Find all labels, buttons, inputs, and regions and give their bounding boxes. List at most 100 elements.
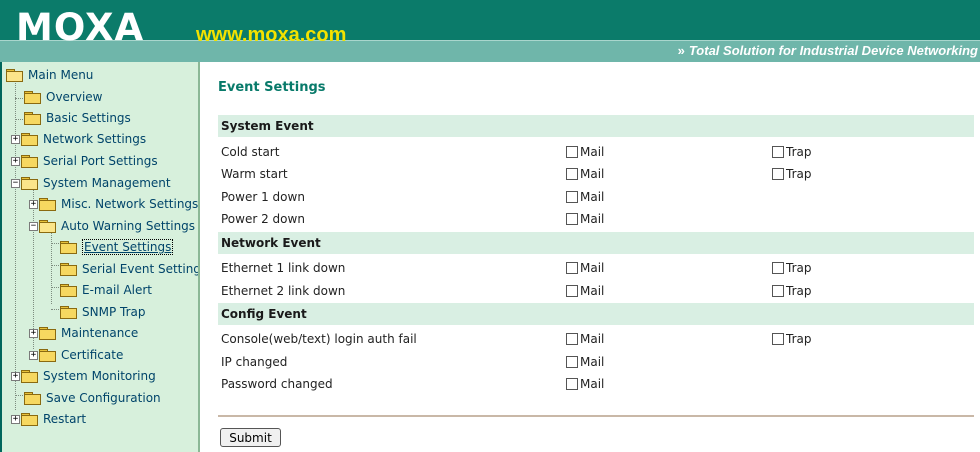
- event-label-ethernet-1-link-down: Ethernet 1 link down: [221, 261, 346, 275]
- warm-start-trap-checkbox[interactable]: Trap: [772, 167, 811, 181]
- warm-start-mail-checkbox[interactable]: Mail: [566, 167, 604, 181]
- checkbox-box[interactable]: [566, 168, 578, 180]
- expand-plus-icon[interactable]: +: [11, 371, 20, 381]
- checkbox-box[interactable]: [772, 146, 784, 158]
- checkbox-label: Mail: [580, 261, 605, 275]
- folder-icon: [39, 198, 56, 211]
- login-auth-fail-mail-checkbox[interactable]: Mail: [566, 332, 604, 346]
- expand-plus-icon[interactable]: +: [11, 134, 20, 144]
- folder-icon: [39, 349, 56, 362]
- checkbox-label: Mail: [580, 145, 605, 159]
- checkbox-box[interactable]: [566, 213, 578, 225]
- folder-icon: [60, 241, 77, 254]
- sidebar-item-label: Auto Warning Settings: [61, 219, 196, 233]
- sidebar-item-label: Basic Settings: [46, 111, 131, 125]
- sidebar-item-label: Misc. Network Settings: [61, 197, 199, 211]
- header-tagline: » Total Solution for Industrial Device Ne…: [678, 43, 978, 59]
- checkbox-box[interactable]: [566, 378, 578, 390]
- sidebar-item-serial-port-settings[interactable]: + Serial Port Settings: [11, 152, 158, 170]
- sidebar-item-basic-settings[interactable]: Basic Settings: [24, 109, 131, 127]
- sidebar-item-snmp-trap[interactable]: SNMP Trap: [60, 303, 145, 321]
- event-label-warm-start: Warm start: [221, 167, 288, 181]
- sidebar-item-serial-event-settings[interactable]: Serial Event Settings: [60, 260, 200, 278]
- sidebar-item-event-settings[interactable]: Event Settings: [60, 238, 174, 256]
- section-header-system-event: System Event: [218, 115, 974, 137]
- section-header-network-event: Network Event: [218, 232, 974, 254]
- folder-open-icon: [39, 220, 56, 233]
- checkbox-box[interactable]: [566, 333, 578, 345]
- folder-icon: [21, 155, 38, 168]
- checkbox-label: Trap: [786, 332, 812, 346]
- main-content: Event Settings System Event Cold start M…: [202, 62, 980, 452]
- checkbox-box[interactable]: [566, 285, 578, 297]
- expand-plus-icon[interactable]: +: [29, 199, 38, 209]
- checkbox-box[interactable]: [566, 191, 578, 203]
- double-chevron-right-icon: »: [677, 43, 685, 58]
- sidebar-item-label: Serial Event Settings: [82, 262, 200, 276]
- sidebar-item-system-management[interactable]: − System Management: [11, 174, 171, 192]
- checkbox-label: Mail: [580, 167, 605, 181]
- sidebar-item-label: Save Configuration: [46, 391, 161, 405]
- expand-plus-icon[interactable]: +: [11, 156, 20, 166]
- expand-plus-icon[interactable]: +: [11, 414, 20, 424]
- sidebar-tree: Main Menu Overview Basic Settings + Netw…: [0, 62, 200, 452]
- ip-changed-mail-checkbox[interactable]: Mail: [566, 355, 604, 369]
- sidebar-item-certificate[interactable]: + Certificate: [29, 346, 123, 364]
- checkbox-box[interactable]: [566, 146, 578, 158]
- sidebar-item-main-menu[interactable]: Main Menu: [6, 66, 93, 84]
- folder-icon: [21, 370, 38, 383]
- cold-start-trap-checkbox[interactable]: Trap: [772, 145, 811, 159]
- checkbox-label: Trap: [786, 284, 812, 298]
- submit-button[interactable]: Submit: [220, 428, 281, 447]
- sidebar-item-email-alert[interactable]: E-mail Alert: [60, 281, 152, 299]
- password-changed-mail-checkbox[interactable]: Mail: [566, 377, 604, 391]
- ethernet-1-trap-checkbox[interactable]: Trap: [772, 261, 811, 275]
- sidebar-item-overview[interactable]: Overview: [24, 88, 103, 106]
- expand-plus-icon[interactable]: +: [29, 328, 38, 338]
- checkbox-box[interactable]: [772, 262, 784, 274]
- checkbox-label: Trap: [786, 261, 812, 275]
- event-label-ip-changed: IP changed: [221, 355, 288, 369]
- ethernet-1-mail-checkbox[interactable]: Mail: [566, 261, 604, 275]
- event-label-ethernet-2-link-down: Ethernet 2 link down: [221, 284, 346, 298]
- sidebar-item-label: Restart: [43, 412, 87, 426]
- folder-open-icon: [6, 69, 23, 82]
- ethernet-2-mail-checkbox[interactable]: Mail: [566, 284, 604, 298]
- collapse-minus-icon[interactable]: −: [11, 178, 20, 188]
- checkbox-label: Mail: [580, 190, 605, 204]
- section-header-config-event: Config Event: [218, 303, 974, 325]
- folder-icon: [24, 91, 41, 104]
- folder-icon: [21, 133, 38, 146]
- sidebar-item-label: Certificate: [61, 348, 124, 362]
- checkbox-label: Mail: [580, 355, 605, 369]
- expand-plus-icon[interactable]: +: [29, 350, 38, 360]
- sidebar-item-restart[interactable]: + Restart: [11, 410, 86, 428]
- sidebar-item-network-settings[interactable]: + Network Settings: [11, 130, 146, 148]
- checkbox-box[interactable]: [772, 333, 784, 345]
- sidebar-item-system-monitoring[interactable]: + System Monitoring: [11, 367, 156, 385]
- form-divider: [218, 415, 974, 417]
- checkbox-box[interactable]: [772, 168, 784, 180]
- sidebar-item-label: Overview: [46, 90, 103, 104]
- checkbox-box[interactable]: [566, 262, 578, 274]
- sidebar-item-label: Network Settings: [43, 132, 147, 146]
- sidebar-item-label: Main Menu: [28, 68, 94, 82]
- checkbox-box[interactable]: [566, 356, 578, 368]
- sidebar-item-maintenance[interactable]: + Maintenance: [29, 324, 138, 342]
- cold-start-mail-checkbox[interactable]: Mail: [566, 145, 604, 159]
- sidebar-item-save-configuration[interactable]: Save Configuration: [24, 389, 161, 407]
- collapse-minus-icon[interactable]: −: [29, 221, 38, 231]
- event-label-password-changed: Password changed: [221, 377, 333, 391]
- tagline-text: Total Solution for Industrial Device Net…: [688, 43, 978, 58]
- ethernet-2-trap-checkbox[interactable]: Trap: [772, 284, 811, 298]
- login-auth-fail-trap-checkbox[interactable]: Trap: [772, 332, 811, 346]
- sidebar-item-misc-network-settings[interactable]: + Misc. Network Settings: [29, 195, 198, 213]
- checkbox-box[interactable]: [772, 285, 784, 297]
- event-label-login-auth-fail: Console(web/text) login auth fail: [221, 332, 417, 346]
- sidebar-item-auto-warning-settings[interactable]: − Auto Warning Settings: [29, 217, 195, 235]
- moxa-logo: MOXA: [16, 6, 145, 49]
- power-2-down-mail-checkbox[interactable]: Mail: [566, 212, 604, 226]
- power-1-down-mail-checkbox[interactable]: Mail: [566, 190, 604, 204]
- checkbox-label: Mail: [580, 377, 605, 391]
- folder-icon: [24, 112, 41, 125]
